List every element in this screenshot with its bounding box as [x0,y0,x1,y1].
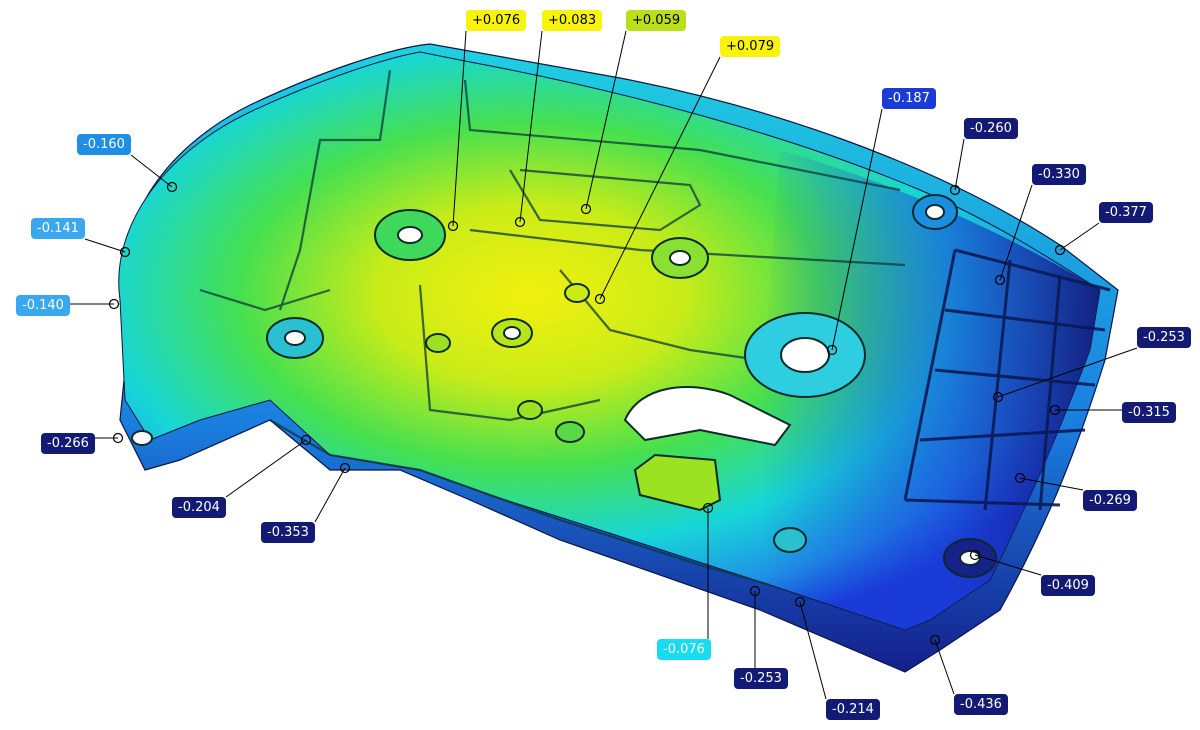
deviation-label: -0.214 [826,699,880,720]
deviation-label: +0.059 [626,10,687,31]
leader-line [314,467,346,523]
leader-line [84,238,126,253]
deviation-label: +0.076 [466,10,527,31]
deviation-label: -0.315 [1122,402,1176,423]
leader-line [934,639,955,695]
deviation-label: -0.253 [1137,327,1191,348]
deviation-label: -0.266 [41,433,95,454]
leader-line [1059,222,1100,251]
deviation-label: -0.253 [734,668,788,689]
deviation-label: +0.079 [720,36,781,57]
deviation-label: -0.330 [1032,164,1086,185]
deviation-label: -0.076 [657,639,711,660]
deviation-label: -0.353 [261,522,315,543]
deviation-label: -0.269 [1083,490,1137,511]
deviation-label: -0.140 [16,295,70,316]
deviation-map-view [70,30,1138,700]
deviation-label: -0.141 [31,218,85,239]
deviation-label: -0.160 [77,134,131,155]
deviation-label: -0.204 [172,497,226,518]
deviation-label: +0.083 [542,10,603,31]
deviation-label: -0.377 [1099,202,1153,223]
leader-line [954,138,965,191]
deviation-label: -0.187 [882,88,936,109]
leader-line [225,439,307,498]
deviation-label: -0.409 [1041,575,1095,596]
deviation-label: -0.260 [964,118,1018,139]
deviation-label: -0.436 [954,694,1008,715]
